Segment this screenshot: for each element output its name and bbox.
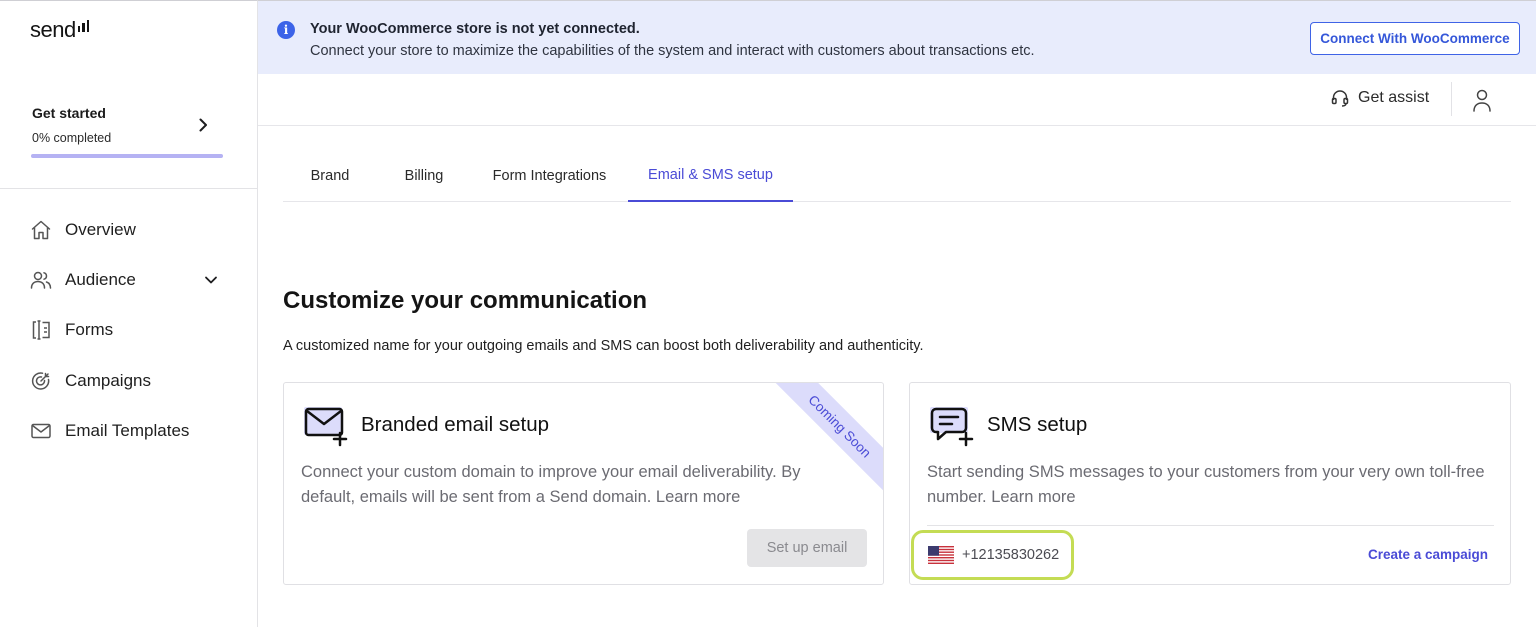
tab-email-sms-setup[interactable]: Email & SMS setup	[628, 150, 793, 202]
form-icon	[28, 317, 54, 343]
create-campaign-link[interactable]: Create a campaign	[1368, 547, 1488, 562]
get-started-progress-text: 0% completed	[32, 131, 112, 145]
email-card-title: Branded email setup	[361, 413, 550, 436]
info-icon: i	[277, 21, 295, 39]
tab-billing[interactable]: Billing	[377, 150, 471, 201]
sidebar-item-email-templates[interactable]: Email Templates	[28, 411, 228, 451]
home-icon	[28, 217, 54, 243]
connect-woocommerce-button[interactable]: Connect With WooCommerce	[1310, 22, 1520, 55]
message-plus-icon	[930, 407, 974, 447]
get-started-title: Get started	[32, 105, 106, 121]
settings-tabs: Brand Billing Form Integrations Email & …	[283, 150, 1511, 202]
phone-number: +12135830262	[962, 547, 1060, 563]
target-icon	[28, 368, 54, 394]
branded-email-card: Branded email setup Connect your custom …	[283, 382, 884, 585]
sidebar-item-label: Forms	[65, 320, 114, 339]
phone-number-badge: +12135830262	[911, 530, 1074, 580]
sms-card-description: Start sending SMS messages to your custo…	[927, 463, 1485, 506]
email-card-description: Connect your custom domain to improve yo…	[301, 463, 801, 506]
us-flag-icon	[928, 546, 954, 564]
logo-bars-icon	[77, 20, 90, 32]
sidebar-item-label: Email Templates	[65, 421, 190, 440]
sms-setup-card: SMS setup Start sending SMS messages to …	[909, 382, 1511, 585]
mail-plus-icon	[304, 407, 348, 447]
user-icon[interactable]	[1470, 87, 1494, 113]
get-started-panel[interactable]: Get started 0% completed	[0, 83, 257, 189]
sidebar: send Get started 0% completed Overview A…	[0, 0, 258, 627]
get-assist-label: Get assist	[1358, 89, 1430, 106]
sidebar-item-label: Campaigns	[65, 371, 151, 390]
chevron-right-icon[interactable]	[194, 116, 212, 134]
topbar-divider	[1451, 82, 1452, 116]
get-started-progress-bar	[31, 154, 223, 158]
logo-text: send	[30, 17, 76, 42]
woocommerce-banner: i Your WooCommerce store is not yet conn…	[258, 0, 1536, 74]
page-title: Customize your communication	[283, 287, 648, 314]
users-icon	[28, 267, 54, 293]
top-bar: Get assist	[258, 74, 1536, 126]
banner-description: Connect your store to maximize the capab…	[310, 43, 1035, 59]
sidebar-item-forms[interactable]: Forms	[28, 310, 228, 350]
tab-form-integrations[interactable]: Form Integrations	[471, 150, 628, 201]
page-subtitle: A customized name for your outgoing emai…	[283, 338, 924, 354]
banner-title: Your WooCommerce store is not yet connec…	[310, 21, 640, 37]
sidebar-item-campaigns[interactable]: Campaigns	[28, 361, 228, 401]
chevron-down-icon[interactable]	[202, 271, 220, 289]
mail-icon	[28, 418, 54, 444]
sms-card-divider	[927, 525, 1494, 526]
sidebar-item-overview[interactable]: Overview	[28, 210, 228, 250]
sidebar-item-audience[interactable]: Audience	[28, 260, 228, 300]
headset-icon	[1331, 90, 1349, 107]
tab-brand[interactable]: Brand	[283, 150, 377, 201]
set-up-email-button: Set up email	[747, 529, 867, 567]
sms-card-title: SMS setup	[987, 413, 1088, 436]
send-logo[interactable]: send	[30, 17, 90, 42]
get-assist-button[interactable]: Get assist	[1330, 88, 1429, 108]
sidebar-item-label: Audience	[65, 270, 136, 289]
sidebar-item-label: Overview	[65, 220, 136, 239]
